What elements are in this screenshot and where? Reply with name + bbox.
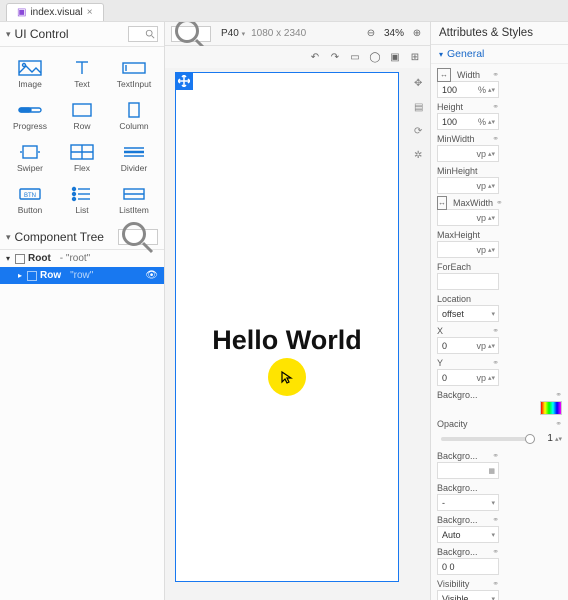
close-icon[interactable]: × — [87, 7, 93, 18]
minheight-input[interactable]: vp▴▾ — [437, 177, 499, 194]
visibility-select[interactable]: Visible▾ — [437, 590, 499, 600]
palette-textinput[interactable]: TextInput — [108, 53, 160, 95]
undo-icon[interactable]: ↶ — [308, 50, 322, 64]
tree-search[interactable] — [118, 229, 158, 245]
link-icon[interactable]: ⚭ — [492, 70, 499, 79]
palette-row[interactable]: Row — [56, 95, 108, 137]
general-section-header[interactable]: ▾ General — [431, 45, 568, 64]
height-input[interactable]: 100%▴▾ — [437, 113, 499, 130]
canvas-toolbar-2: ↶ ↷ ▭ ◯ ▣ ⊞ — [165, 46, 430, 68]
palette-image[interactable]: Image — [4, 53, 56, 95]
bgsize-select[interactable]: Auto▾ — [437, 526, 499, 543]
refresh-icon[interactable]: ⟳ — [414, 126, 428, 140]
palette-listitem[interactable]: ListItem — [108, 179, 160, 221]
bgimage-input[interactable]: ▦ — [437, 462, 499, 479]
chevron-down-icon: ▾ — [6, 232, 11, 243]
tree-header[interactable]: ▾ Component Tree — [0, 225, 164, 250]
palette-divider[interactable]: Divider — [108, 137, 160, 179]
svg-text:BTN: BTN — [24, 193, 36, 199]
component-tree: ▾ Root - "root" ▸ Row "row" 👁 — [0, 250, 164, 600]
location-select[interactable]: offset▾ — [437, 305, 499, 322]
tree-row-row[interactable]: ▸ Row "row" 👁 — [0, 267, 164, 284]
visibility-icon[interactable]: 👁 — [145, 270, 158, 281]
node-name: Row — [40, 270, 61, 281]
image-icon: ▦ — [487, 467, 496, 475]
right-rail: ✥ ▤ ⟳ ✲ — [412, 68, 430, 600]
component-palette: Image Text TextInput Progress Row Column… — [0, 47, 164, 221]
grid-icon[interactable]: ⊞ — [408, 50, 422, 64]
settings-icon[interactable]: ✲ — [414, 150, 428, 164]
tree-row-root[interactable]: ▾ Root - "root" — [0, 250, 164, 267]
node-alias: "row" — [70, 270, 93, 281]
center-panel: P40 ▾ 1080 x 2340 ⊖ 34% ⊕ ↶ ↷ ▭ ◯ ▣ ⊞ He… — [165, 22, 430, 600]
node-icon — [27, 271, 37, 281]
uicontrol-title: UI Control — [15, 27, 69, 41]
search-icon — [145, 29, 155, 39]
pan-icon[interactable]: ✥ — [414, 78, 428, 92]
bgcolor-picker[interactable] — [540, 401, 562, 415]
zoom-out-icon[interactable]: ⊖ — [364, 27, 378, 41]
device-select[interactable]: P40 ▾ — [221, 28, 245, 39]
left-panel: ▾ UI Control Image Text TextInput Progre… — [0, 22, 165, 600]
bgpos-input[interactable]: 0 0 — [437, 558, 499, 575]
zoom-level: 34% — [384, 28, 404, 39]
design-canvas[interactable]: Hello World — [165, 68, 412, 600]
cursor-highlight — [268, 358, 306, 396]
attributes-title: Attributes & Styles — [431, 22, 568, 45]
stepper-icon[interactable]: ▴▾ — [487, 86, 496, 94]
collapse-icon[interactable]: ▾ — [4, 254, 12, 263]
maxheight-input[interactable]: vp▴▾ — [437, 241, 499, 258]
uicontrol-search[interactable] — [128, 26, 158, 42]
move-icon — [178, 75, 190, 87]
link-icon[interactable]: ⚭ — [492, 102, 499, 111]
palette-button[interactable]: BTNButton — [4, 179, 56, 221]
zoom-in-icon[interactable]: ⊕ — [410, 27, 424, 41]
chevron-down-icon: ▾ — [6, 29, 11, 40]
minwidth-input[interactable]: vp▴▾ — [437, 145, 499, 162]
move-handle[interactable] — [175, 72, 193, 90]
opacity-slider[interactable] — [441, 437, 535, 441]
palette-column[interactable]: Column — [108, 95, 160, 137]
layers-icon[interactable]: ▤ — [414, 102, 428, 116]
foreach-input[interactable] — [437, 273, 499, 290]
tab-bar: ▣ index.visual × — [0, 0, 568, 22]
attributes-panel: Attributes & Styles ▾ General ↔Width⚭100… — [430, 22, 568, 600]
x-input[interactable]: 0vp▴▾ — [437, 337, 499, 354]
circle-tool-icon[interactable]: ◯ — [368, 50, 382, 64]
y-input[interactable]: 0vp▴▾ — [437, 369, 499, 386]
rect-tool-icon[interactable]: ▭ — [348, 50, 362, 64]
bgrepeat-select[interactable]: -▾ — [437, 494, 499, 511]
maxwidth-input[interactable]: vp▴▾ — [437, 209, 499, 226]
phone-preview[interactable]: Hello World — [175, 72, 399, 582]
uicontrol-header[interactable]: ▾ UI Control — [0, 22, 164, 47]
palette-progress[interactable]: Progress — [4, 95, 56, 137]
hello-world-text[interactable]: Hello World — [176, 325, 398, 356]
dashed-rect-icon[interactable]: ▣ — [388, 50, 402, 64]
palette-list[interactable]: List — [56, 179, 108, 221]
file-icon: ▣ — [17, 7, 26, 18]
palette-text[interactable]: Text — [56, 53, 108, 95]
maxwidth-icon: ↔ — [437, 196, 447, 210]
palette-flex[interactable]: Flex — [56, 137, 108, 179]
expand-icon[interactable]: ▸ — [16, 271, 24, 280]
width-input[interactable]: 100%▴▾ — [437, 81, 499, 98]
node-name: Root — [28, 253, 51, 264]
width-icon: ↔ — [437, 68, 451, 82]
node-icon — [15, 254, 25, 264]
resolution-label: 1080 x 2340 — [251, 28, 306, 39]
tree-title: Component Tree — [15, 230, 104, 244]
canvas-search[interactable] — [171, 26, 211, 42]
node-alias: - "root" — [60, 253, 90, 264]
tab-label: index.visual — [30, 7, 82, 18]
chevron-down-icon: ▾ — [439, 50, 443, 59]
redo-icon[interactable]: ↷ — [328, 50, 342, 64]
opacity-value: 1 — [539, 433, 553, 444]
tab-index-visual[interactable]: ▣ index.visual × — [6, 3, 104, 21]
palette-swiper[interactable]: Swiper — [4, 137, 56, 179]
canvas-toolbar: P40 ▾ 1080 x 2340 ⊖ 34% ⊕ — [165, 22, 430, 46]
cursor-icon — [280, 370, 294, 384]
